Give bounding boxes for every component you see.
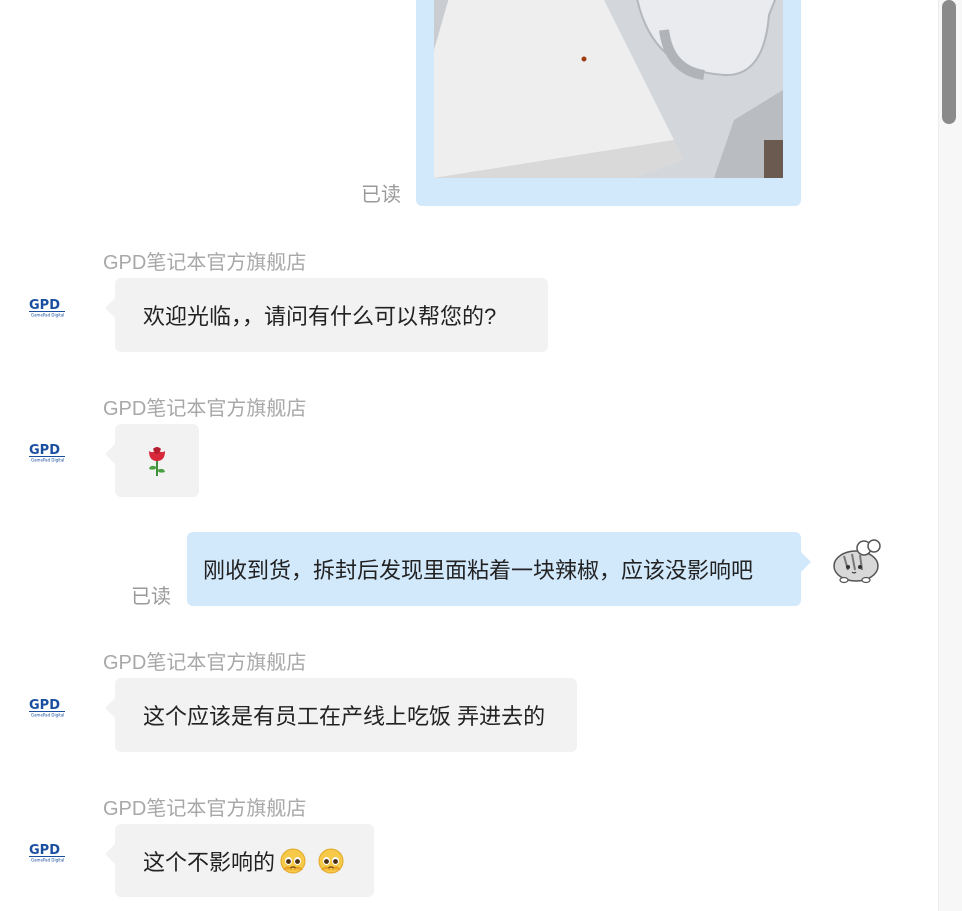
sender-name: GPD笔记本官方旗舰店 <box>103 398 307 420</box>
pleading-face-emoji-icon <box>279 847 307 875</box>
pleading-face-emoji-icon <box>317 847 345 875</box>
read-receipt: 已读 <box>361 184 401 206</box>
gpd-logo-avatar[interactable] <box>29 441 65 463</box>
message-text: 刚收到货，拆封后发现里面粘着一块辣椒，应该没影响吧 <box>203 558 754 583</box>
message-text: 这个不影响的 <box>143 849 276 875</box>
outgoing-message[interactable]: 刚收到货，拆封后发现里面粘着一块辣椒，应该没影响吧 <box>187 532 811 606</box>
gpd-logo-avatar[interactable] <box>29 696 65 718</box>
message-text: 这个应该是有员工在产线上吃饭 弄进去的 <box>143 704 546 729</box>
scrollbar-track[interactable] <box>938 0 962 911</box>
incoming-message[interactable]: 这个不影响的 <box>105 824 374 897</box>
incoming-message[interactable]: 这个应该是有员工在产线上吃饭 弄进去的 <box>105 678 577 752</box>
gpd-logo-avatar[interactable] <box>29 841 65 863</box>
chat-window: 已读 GPD笔记本官方旗舰店 欢迎光临，，请问有什么可以帮您的? GPD笔记本官… <box>0 0 918 911</box>
sender-name: GPD笔记本官方旗舰店 <box>103 252 307 274</box>
incoming-message[interactable] <box>105 424 199 497</box>
read-receipt: 已读 <box>131 586 171 608</box>
sender-name: GPD笔记本官方旗舰店 <box>103 798 307 820</box>
rose-emoji-icon <box>149 446 165 476</box>
scrollbar-thumb[interactable] <box>942 0 956 124</box>
photo-packaging[interactable] <box>434 0 783 178</box>
message-text: 欢迎光临，，请问有什么可以帮您的? <box>143 304 497 329</box>
cat-avatar-icon <box>833 539 881 584</box>
incoming-message[interactable]: 欢迎光临，，请问有什么可以帮您的? <box>105 278 548 352</box>
gpd-logo-avatar[interactable] <box>29 296 65 318</box>
image-message[interactable] <box>416 0 801 206</box>
cat-avatar[interactable] <box>830 536 884 591</box>
sender-name: GPD笔记本官方旗舰店 <box>103 652 307 674</box>
